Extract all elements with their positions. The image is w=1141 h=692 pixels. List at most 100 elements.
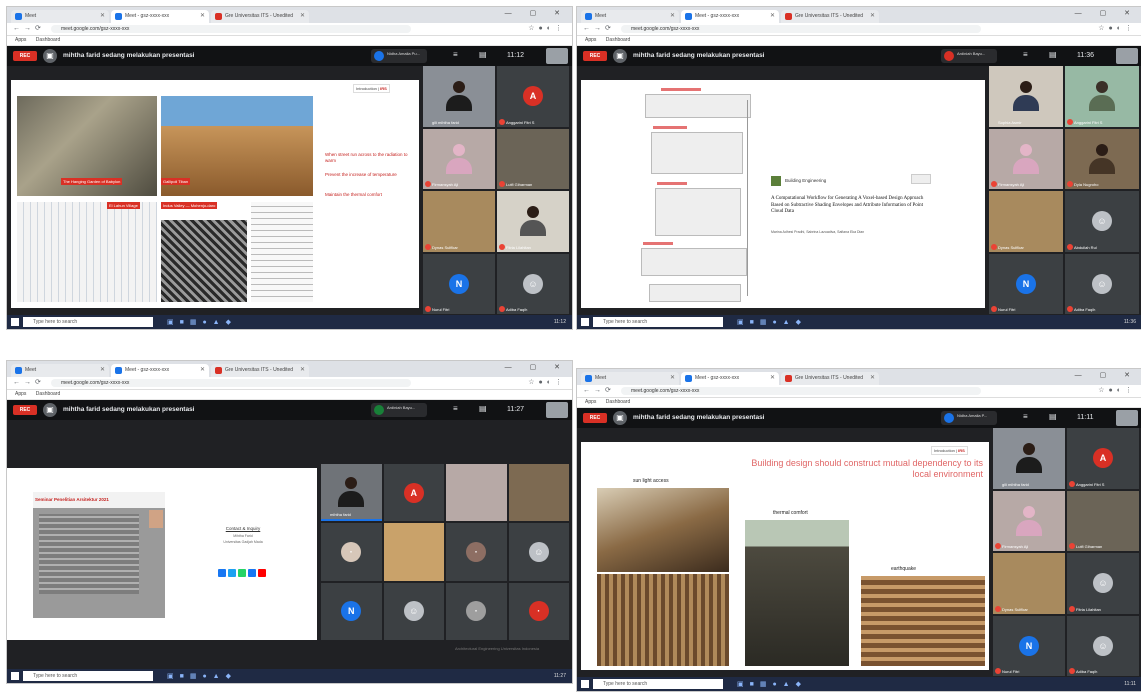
participant-tile[interactable]: gili mihtha farid: [423, 66, 495, 127]
self-view[interactable]: [546, 402, 568, 418]
captions-icon[interactable]: ≡: [1023, 50, 1028, 59]
participant-tile[interactable]: gili mihtha farid: [993, 428, 1065, 489]
participant-tile[interactable]: ·: [446, 582, 507, 640]
extensions-icon[interactable]: ☆●◐⋮: [1098, 24, 1136, 32]
url-field[interactable]: meet.google.com/gsz-xxxx-xxx: [51, 379, 411, 387]
taskbar-search-input[interactable]: Type here to search: [23, 671, 153, 681]
facebook-icon[interactable]: [218, 569, 226, 577]
url-field[interactable]: meet.google.com/gsz-xxxx-xxx: [621, 387, 981, 395]
participant-tile[interactable]: Dynas Sulfikar: [989, 191, 1063, 252]
tab-2[interactable]: Meet - gsz-xxxx-xxx ✕: [111, 364, 209, 377]
close-icon[interactable]: ✕: [100, 364, 105, 377]
participant-tile[interactable]: ·: [446, 523, 507, 581]
close-icon[interactable]: ✕: [670, 10, 675, 23]
participant-tile[interactable]: Dynas Sulfikar: [423, 191, 495, 252]
close-icon[interactable]: ✕: [770, 372, 775, 385]
windows-start-icon[interactable]: [11, 318, 19, 326]
window-controls[interactable]: — ▢ ✕: [1075, 9, 1138, 17]
participant-tile[interactable]: Lutfi Giharman: [497, 128, 569, 189]
self-view[interactable]: [1116, 48, 1138, 64]
participant-tile[interactable]: ☺ Adiba Faqih: [1067, 615, 1139, 676]
participant-tile[interactable]: ☺ Adiba Faqih: [497, 253, 569, 314]
participant-tile[interactable]: N: [321, 582, 382, 640]
presenter-chip[interactable]: Ardiniah Bayu...: [941, 49, 997, 63]
close-icon[interactable]: ✕: [870, 10, 875, 23]
close-icon[interactable]: ✕: [100, 10, 105, 23]
close-icon[interactable]: ✕: [770, 10, 775, 23]
chat-icon[interactable]: ▤: [1049, 50, 1057, 59]
close-icon[interactable]: ✕: [300, 10, 305, 23]
participant-tile[interactable]: ☺: [383, 582, 444, 640]
extensions-icon[interactable]: ☆●◐⋮: [1098, 386, 1136, 394]
bookmark-dashboard[interactable]: Dashboard: [36, 37, 60, 43]
tab-3[interactable]: Gre Universitas ITS - Unedited ✕: [781, 10, 879, 23]
participant-tile[interactable]: Dynas Sulfikar: [993, 553, 1065, 614]
captions-icon[interactable]: ≡: [453, 50, 458, 59]
windows-start-icon[interactable]: [581, 680, 589, 688]
tab-2[interactable]: Meet - gsz-xxxx-xxx ✕: [681, 372, 779, 385]
tab-3[interactable]: Gre Universitas ITS - Unedited ✕: [211, 10, 309, 23]
participant-tile[interactable]: ☺ Adiba Faqih: [1065, 253, 1139, 314]
nav-arrows-icon[interactable]: ←→⟳: [583, 386, 615, 394]
bookmark-dashboard[interactable]: Dashboard: [606, 37, 630, 43]
chat-icon[interactable]: ▤: [479, 404, 487, 413]
close-icon[interactable]: ✕: [200, 10, 205, 23]
tab-1[interactable]: Meet ✕: [11, 364, 109, 377]
participant-tile[interactable]: ☺ Fitria Lilahitan: [1067, 553, 1139, 614]
participant-tile[interactable]: Firmansyah Aji: [423, 128, 495, 189]
tab-1[interactable]: Meet ✕: [581, 372, 679, 385]
participant-tile[interactable]: N Nurul Fitri: [993, 615, 1065, 676]
participant-tile[interactable]: N Nurul Fitri: [989, 253, 1063, 314]
participant-tile[interactable]: Fitria Lilahitan: [497, 191, 569, 252]
captions-icon[interactable]: ≡: [1023, 412, 1028, 421]
tab-1[interactable]: Meet ✕: [581, 10, 679, 23]
window-controls[interactable]: — ▢ ✕: [505, 363, 568, 371]
nav-arrows-icon[interactable]: ←→⟳: [13, 24, 45, 32]
participant-tile[interactable]: [446, 464, 507, 522]
tab-3[interactable]: Gre Universitas ITS - Unedited ✕: [211, 364, 309, 377]
participant-tile[interactable]: ☺: [508, 523, 569, 581]
chat-icon[interactable]: ▤: [1049, 412, 1057, 421]
close-icon[interactable]: ✕: [670, 372, 675, 385]
twitter-icon[interactable]: [228, 569, 236, 577]
participant-tile[interactable]: N Nurul Fitri: [423, 253, 495, 314]
participant-tile[interactable]: ·: [508, 582, 569, 640]
extensions-icon[interactable]: ☆●◐⋮: [528, 24, 566, 32]
nav-arrows-icon[interactable]: ←→⟳: [13, 378, 45, 386]
facebook-icon[interactable]: [248, 569, 256, 577]
participant-tile[interactable]: Dyla Nugroho: [1065, 128, 1139, 189]
bookmark-apps[interactable]: Apps: [15, 37, 26, 43]
whatsapp-icon[interactable]: [238, 569, 246, 577]
taskbar-apps-icon[interactable]: ▣■▦●▲◆: [737, 680, 807, 688]
taskbar-apps-icon[interactable]: ▣■▦●▲◆: [167, 672, 237, 680]
participant-tile[interactable]: Anggarini Fitri S: [1065, 66, 1139, 127]
participant-tile[interactable]: mihtha farid: [321, 464, 382, 522]
participant-tile[interactable]: Sophia Asmir: [989, 66, 1063, 127]
bookmark-dashboard[interactable]: Dashboard: [36, 391, 60, 397]
self-view[interactable]: [1116, 410, 1138, 426]
close-icon[interactable]: ✕: [200, 364, 205, 377]
participant-tile[interactable]: A: [383, 464, 444, 522]
chat-icon[interactable]: ▤: [479, 50, 487, 59]
participant-tile[interactable]: A Anggarini Fitri S: [1067, 428, 1139, 489]
close-icon[interactable]: ✕: [870, 372, 875, 385]
window-controls[interactable]: — ▢ ✕: [1075, 371, 1138, 379]
presenter-chip[interactable]: Ardiniah Bayu...: [371, 403, 427, 417]
url-field[interactable]: meet.google.com/gsz-xxxx-xxx: [621, 25, 981, 33]
self-view[interactable]: [546, 48, 568, 64]
taskbar-search-input[interactable]: Type here to search: [593, 317, 723, 327]
participant-tile[interactable]: Lutfi Giharman: [1067, 490, 1139, 551]
tab-1[interactable]: Meet ✕: [11, 10, 109, 23]
tab-2[interactable]: Meet - gsz-xxxx-xxx ✕: [111, 10, 209, 23]
bookmark-apps[interactable]: Apps: [15, 391, 26, 397]
participant-tile[interactable]: [508, 464, 569, 522]
participant-tile[interactable]: ·: [321, 523, 382, 581]
taskbar-apps-icon[interactable]: ▣■▦●▲◆: [167, 318, 237, 326]
taskbar-search-input[interactable]: Type here to search: [593, 679, 723, 689]
nav-arrows-icon[interactable]: ←→⟳: [583, 24, 615, 32]
presenter-chip[interactable]: Nidha Amalia Pu...: [371, 49, 427, 63]
bookmark-apps[interactable]: Apps: [585, 37, 596, 43]
participant-tile[interactable]: ☺ Abdullah Rul: [1065, 191, 1139, 252]
close-icon[interactable]: ✕: [300, 364, 305, 377]
participant-tile[interactable]: Firmansyah Aji: [993, 490, 1065, 551]
